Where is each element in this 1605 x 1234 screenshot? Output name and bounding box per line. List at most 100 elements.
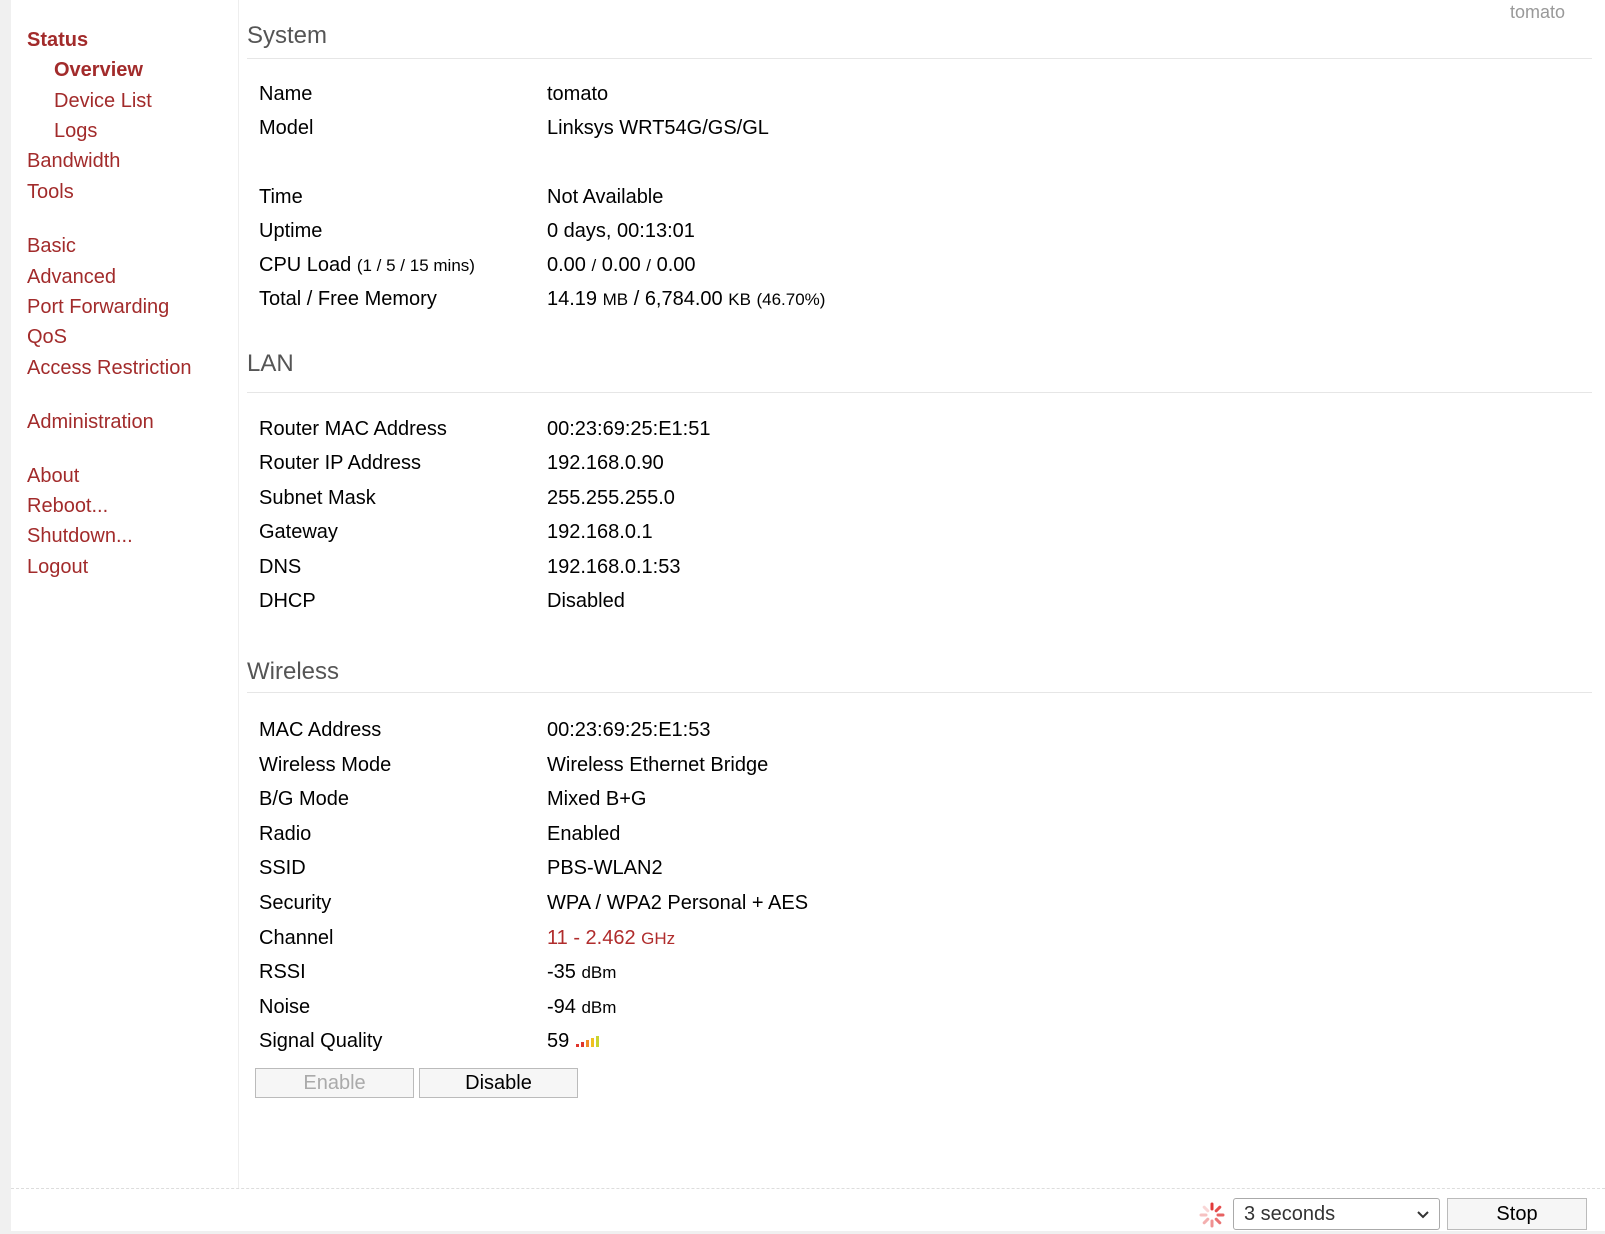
value: 192.168.0.1:53 xyxy=(547,556,681,578)
nav-basic[interactable]: Basic xyxy=(27,235,76,258)
channel-link[interactable]: 11 - 2.462 GHz xyxy=(547,927,675,950)
label: Router IP Address xyxy=(259,452,421,474)
label: Radio xyxy=(259,823,312,845)
label: Channel xyxy=(259,927,334,949)
mem-pct: (46.70%) xyxy=(756,290,826,309)
rssi-unit: dBm xyxy=(581,963,617,982)
nav-status[interactable]: Status xyxy=(27,29,88,52)
value: Enabled xyxy=(547,823,621,845)
row-noise: Noise -94 dBm xyxy=(259,996,1559,1026)
section-divider xyxy=(247,58,1592,59)
loading-spinner-icon xyxy=(1198,1201,1226,1234)
nav-bandwidth[interactable]: Bandwidth xyxy=(27,150,120,173)
cpu-sep: / xyxy=(646,256,652,275)
label: Time xyxy=(259,186,303,208)
nav-shutdown[interactable]: Shutdown... xyxy=(27,525,133,548)
label: SSID xyxy=(259,857,306,879)
row-subnet-mask: Subnet Mask 255.255.255.0 xyxy=(259,487,1559,517)
nav-reboot[interactable]: Reboot... xyxy=(27,495,108,518)
label: DHCP xyxy=(259,590,316,612)
value: Disabled xyxy=(547,590,625,612)
mem-total: 14.19 xyxy=(547,288,598,310)
row-ssid: SSID PBS-WLAN2 xyxy=(259,857,1559,887)
value: PBS-WLAN2 xyxy=(547,857,663,879)
cpu-sep: / xyxy=(591,256,597,275)
value: 192.168.0.90 xyxy=(547,452,664,474)
nav-device-list[interactable]: Device List xyxy=(54,90,152,113)
value: WPA / WPA2 Personal + AES xyxy=(547,892,809,914)
label: Router MAC Address xyxy=(259,418,447,440)
section-divider xyxy=(247,692,1592,693)
label: CPU Load (1 / 5 / 15 mins) xyxy=(259,254,475,277)
nav-port-forwarding[interactable]: Port Forwarding xyxy=(27,296,169,319)
row-gateway: Gateway 192.168.0.1 xyxy=(259,521,1559,551)
row-wireless-mode: Wireless Mode Wireless Ethernet Bridge xyxy=(259,754,1559,784)
value: 59 xyxy=(547,1030,605,1053)
row-signal-quality: Signal Quality 59 xyxy=(259,1030,1559,1060)
nav-advanced[interactable]: Advanced xyxy=(27,266,116,289)
label: Uptime xyxy=(259,220,323,242)
disable-button[interactable]: Disable xyxy=(419,1068,578,1098)
nav-qos[interactable]: QoS xyxy=(27,326,67,349)
row-dhcp: DHCP Disabled xyxy=(259,590,1559,620)
row-security: Security WPA / WPA2 Personal + AES xyxy=(259,892,1559,922)
row-cpu-load: CPU Load (1 / 5 / 15 mins) 0.00 / 0.00 /… xyxy=(259,254,1559,284)
nav-overview[interactable]: Overview xyxy=(54,59,143,82)
value: Not Available xyxy=(547,186,664,208)
row-channel: Channel 11 - 2.462 GHz xyxy=(259,927,1559,957)
mem-free: 6,784.00 xyxy=(644,288,723,310)
value: 0.00 / 0.00 / 0.00 xyxy=(547,254,696,277)
section-title-system: System xyxy=(247,22,328,49)
cpu-label: CPU Load xyxy=(259,254,352,276)
label: Total / Free Memory xyxy=(259,288,437,310)
value: 0 days, 00:13:01 xyxy=(547,220,695,242)
signal-bars-icon xyxy=(575,1030,605,1053)
label: Model xyxy=(259,117,314,139)
cpu-note: (1 / 5 / 15 mins) xyxy=(356,256,475,275)
sidebar: Status Overview Device List Logs Bandwid… xyxy=(11,0,239,1188)
value: -94 dBm xyxy=(547,996,616,1019)
nav-about[interactable]: About xyxy=(27,465,79,488)
noise-unit: dBm xyxy=(581,998,617,1017)
value: 255.255.255.0 xyxy=(547,487,675,509)
label: B/G Mode xyxy=(259,788,350,810)
nav-logout[interactable]: Logout xyxy=(27,556,88,579)
enable-button[interactable]: Enable xyxy=(255,1068,414,1098)
router-name: tomato xyxy=(1509,2,1565,22)
row-model: Model Linksys WRT54G/GS/GL xyxy=(259,117,1559,147)
value: Wireless Ethernet Bridge xyxy=(547,754,769,776)
section-title-lan: LAN xyxy=(247,350,294,377)
row-radio: Radio Enabled xyxy=(259,823,1559,853)
row-memory: Total / Free Memory 14.19 MB / 6,784.00 … xyxy=(259,288,1559,318)
quality-value: 59 xyxy=(547,1030,570,1052)
label: DNS xyxy=(259,556,302,578)
row-bg-mode: B/G Mode Mixed B+G xyxy=(259,788,1559,818)
cpu-1: 0.00 xyxy=(547,254,586,276)
channel-value: 11 - 2.462 xyxy=(547,927,636,949)
mem-free-unit: KB xyxy=(728,290,751,309)
value: -35 dBm xyxy=(547,961,616,984)
label: Gateway xyxy=(259,521,338,543)
row-router-ip: Router IP Address 192.168.0.90 xyxy=(259,452,1559,482)
rssi-value: -35 xyxy=(547,961,576,983)
chevron-down-icon xyxy=(1415,1205,1431,1228)
row-name: Name tomato xyxy=(259,83,1559,113)
refresh-interval-value: 3 seconds xyxy=(1244,1203,1336,1225)
value: 192.168.0.1 xyxy=(547,521,653,543)
nav-tools[interactable]: Tools xyxy=(27,181,74,204)
label: Name xyxy=(259,83,313,105)
channel-unit: GHz xyxy=(641,929,676,948)
refresh-interval-select[interactable]: 3 seconds xyxy=(1233,1198,1440,1230)
row-uptime: Uptime 0 days, 00:13:01 xyxy=(259,220,1559,250)
value: 14.19 MB / 6,784.00 KB (46.70%) xyxy=(547,288,825,311)
nav-access-restriction[interactable]: Access Restriction xyxy=(27,357,192,380)
label: Security xyxy=(259,892,332,914)
label: Wireless Mode xyxy=(259,754,392,776)
nav-administration[interactable]: Administration xyxy=(27,411,154,434)
label: Noise xyxy=(259,996,311,1018)
mem-sep: / xyxy=(633,288,640,310)
noise-value: -94 xyxy=(547,996,576,1018)
section-title-wireless: Wireless xyxy=(247,658,340,685)
nav-logs[interactable]: Logs xyxy=(54,120,97,143)
stop-button[interactable]: Stop xyxy=(1447,1198,1587,1230)
